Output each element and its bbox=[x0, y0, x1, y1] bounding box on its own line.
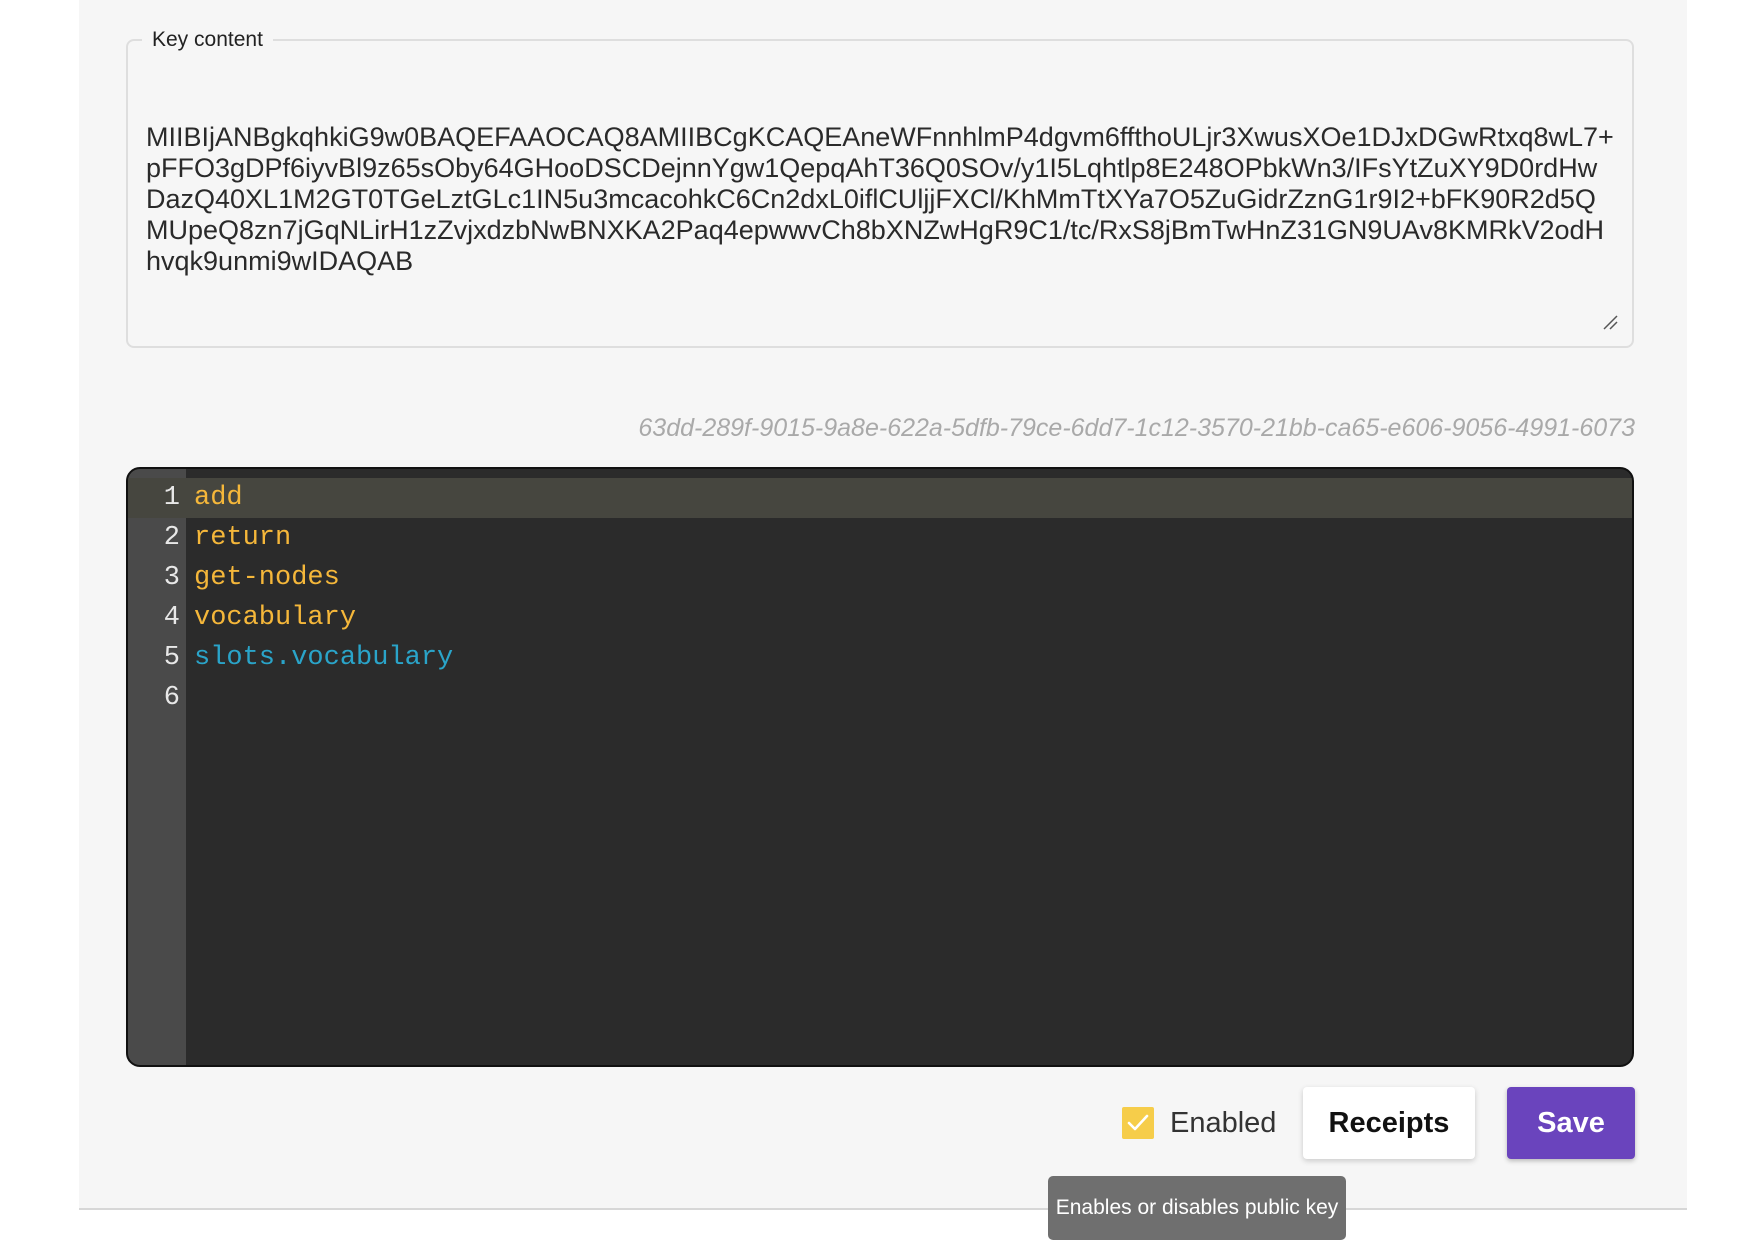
enabled-checkbox[interactable] bbox=[1122, 1107, 1154, 1139]
editor-line[interactable]: 1 add bbox=[128, 478, 1632, 518]
key-id: 63dd-289f-9015-9a8e-622a-5dfb-79ce-6dd7-… bbox=[638, 414, 1635, 442]
line-number: 1 bbox=[163, 483, 180, 513]
line-code: add bbox=[194, 483, 243, 513]
line-code: get-nodes bbox=[194, 563, 340, 593]
editor-line[interactable]: 4 vocabulary bbox=[128, 598, 1632, 638]
editor-line[interactable]: 2 return bbox=[128, 518, 1632, 558]
line-code: return bbox=[194, 523, 292, 553]
key-content-legend: Key content bbox=[152, 28, 263, 51]
editor-line[interactable]: 5 slots.vocabulary bbox=[128, 638, 1632, 678]
check-icon bbox=[1127, 1114, 1149, 1131]
resize-grip-icon[interactable] bbox=[1602, 314, 1618, 330]
code-editor[interactable]: 1 add 2 return 3 get-nodes 4 vocabulary 5 slots.v… bbox=[126, 467, 1634, 1067]
line-number: 6 bbox=[163, 683, 180, 713]
line-code: vocabulary bbox=[194, 603, 357, 633]
enabled-toggle[interactable]: Enabled bbox=[1122, 1103, 1276, 1143]
editor-line[interactable]: 6 bbox=[128, 678, 1632, 718]
line-number: 5 bbox=[163, 643, 180, 673]
key-content-textarea[interactable]: MIIBIjANBgkqhkiG9w0BAQEFAAOCAQ8AMIIBCgKC… bbox=[146, 122, 1616, 350]
receipts-button[interactable]: Receipts bbox=[1303, 1087, 1475, 1159]
save-button[interactable]: Save bbox=[1507, 1087, 1635, 1159]
editor-line[interactable]: 3 get-nodes bbox=[128, 558, 1632, 598]
key-content-fieldset: Key content MIIBIjANBgkqhkiG9w0BAQEFAAOC… bbox=[126, 28, 1634, 350]
line-code: slots.vocabulary bbox=[194, 643, 454, 673]
line-number: 2 bbox=[163, 523, 180, 553]
line-number: 3 bbox=[163, 563, 180, 593]
enabled-label: Enabled bbox=[1170, 1106, 1277, 1139]
line-number: 4 bbox=[163, 603, 180, 633]
divider bbox=[79, 1208, 1687, 1210]
enabled-tooltip: Enables or disables public key bbox=[1048, 1176, 1346, 1240]
